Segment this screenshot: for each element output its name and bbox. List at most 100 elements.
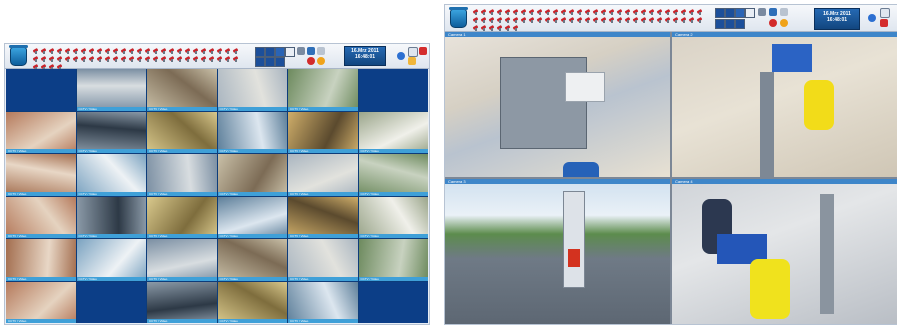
camera-icon[interactable] — [57, 55, 64, 62]
camera-icon[interactable] — [561, 16, 568, 23]
camera-icon[interactable] — [521, 8, 528, 15]
camera-icon[interactable] — [553, 8, 560, 15]
camera-icon[interactable] — [73, 47, 80, 54]
camera-thumbnail[interactable]: CCTV / Video — [217, 69, 287, 111]
camera-icon[interactable] — [513, 8, 520, 15]
camera-icon[interactable] — [497, 8, 504, 15]
camera-icon[interactable] — [473, 8, 480, 15]
camera-icon[interactable] — [497, 24, 504, 31]
camera-icon[interactable] — [41, 55, 48, 62]
camera-icon[interactable] — [609, 8, 616, 15]
camera-thumbnail[interactable]: CCTV / Video — [288, 239, 358, 281]
camera-icon[interactable] — [473, 16, 480, 23]
camera-icon[interactable] — [633, 16, 640, 23]
camera-icon[interactable] — [489, 16, 496, 23]
camera-icon[interactable] — [161, 47, 168, 54]
camera-icon[interactable] — [57, 47, 64, 54]
camera-icon[interactable] — [529, 8, 536, 15]
camera-icon[interactable] — [593, 8, 600, 15]
keyboard-icon[interactable] — [780, 8, 788, 16]
layout-grid-icon[interactable] — [255, 57, 265, 67]
layout-grid-icon[interactable] — [745, 8, 755, 18]
camera-icon[interactable] — [153, 47, 160, 54]
camera-thumbnail[interactable]: CCTV / Video — [147, 239, 217, 281]
camera-icon[interactable] — [593, 16, 600, 23]
layout-grid-icon[interactable] — [265, 47, 275, 57]
camera-thumbnail[interactable]: CCTV / Video — [6, 196, 76, 238]
camera-icon[interactable] — [633, 8, 640, 15]
camera-icon[interactable] — [689, 16, 696, 23]
camera-thumbnail[interactable]: CCTV / Video — [358, 196, 428, 238]
camera-thumbnail[interactable]: CCTV / Video — [76, 111, 146, 153]
camera-view-1[interactable]: Camera 1 — [445, 32, 670, 177]
camera-icon[interactable] — [161, 55, 168, 62]
camera-icon[interactable] — [505, 24, 512, 31]
layout-grid-icon[interactable] — [285, 47, 295, 57]
camera-thumbnail[interactable]: CCTV / Video — [76, 196, 146, 238]
camera-icon[interactable] — [481, 24, 488, 31]
camera-thumbnail[interactable]: CCTV / Video — [6, 154, 76, 196]
layout-grid-icon[interactable] — [735, 8, 745, 18]
camera-icon[interactable] — [689, 8, 696, 15]
camera-icon[interactable] — [513, 24, 520, 31]
camera-icon[interactable] — [617, 8, 624, 15]
camera-thumbnail[interactable]: CCTV / Video — [358, 154, 428, 196]
camera-icon[interactable] — [513, 16, 520, 23]
camera-thumbnail[interactable]: CCTV / Video — [288, 111, 358, 153]
camera-icon[interactable] — [65, 47, 72, 54]
camera-icon[interactable] — [505, 16, 512, 23]
camera-icon[interactable] — [601, 16, 608, 23]
camera-icon[interactable] — [657, 8, 664, 15]
camera-icon[interactable] — [177, 47, 184, 54]
camera-thumbnail[interactable]: CCTV / Video — [358, 239, 428, 281]
camera-thumbnail[interactable]: CCTV / Video — [358, 111, 428, 153]
camera-icon[interactable] — [641, 16, 648, 23]
camera-icon[interactable] — [177, 55, 184, 62]
camera-icon[interactable] — [89, 55, 96, 62]
camera-icon[interactable] — [49, 47, 56, 54]
recycle-bin-icon[interactable] — [449, 7, 468, 28]
camera-icon[interactable] — [649, 8, 656, 15]
minimize-icon[interactable] — [880, 8, 890, 18]
camera-icon[interactable] — [569, 8, 576, 15]
camera-icon[interactable] — [585, 16, 592, 23]
camera-thumbnail[interactable]: CCTV / Video — [288, 281, 358, 323]
camera-icon[interactable] — [209, 55, 216, 62]
camera-icon[interactable] — [569, 16, 576, 23]
camera-icon[interactable] — [225, 55, 232, 62]
camera-icon[interactable] — [121, 55, 128, 62]
camera-thumbnail[interactable]: CCTV / Video — [288, 69, 358, 111]
camera-icon[interactable] — [497, 16, 504, 23]
camera-icon[interactable] — [121, 47, 128, 54]
camera-icon[interactable] — [537, 16, 544, 23]
camera-thumbnail[interactable]: CCTV / Video — [217, 281, 287, 323]
camera-icon[interactable] — [681, 8, 688, 15]
layout-grid-icon[interactable] — [275, 47, 285, 57]
camera-icon[interactable] — [233, 47, 240, 54]
settings-icon[interactable] — [758, 8, 766, 16]
camera-thumbnail[interactable]: CCTV / Video — [6, 239, 76, 281]
camera-icon[interactable] — [617, 16, 624, 23]
camera-thumbnail[interactable]: CCTV / Video — [147, 281, 217, 323]
camera-icon[interactable] — [577, 16, 584, 23]
layout-grid-icon[interactable] — [275, 57, 285, 67]
camera-icon[interactable] — [169, 47, 176, 54]
camera-icon[interactable] — [49, 55, 56, 62]
camera-icon[interactable] — [193, 55, 200, 62]
camera-icon[interactable] — [665, 8, 672, 15]
camera-icon[interactable] — [113, 47, 120, 54]
camera-icon[interactable] — [697, 16, 704, 23]
camera-icon[interactable] — [41, 47, 48, 54]
camera-icon[interactable] — [113, 55, 120, 62]
camera-icon[interactable] — [529, 16, 536, 23]
camera-icon[interactable] — [193, 47, 200, 54]
camera-thumbnail[interactable]: CCTV / Video — [288, 154, 358, 196]
camera-icon[interactable] — [81, 47, 88, 54]
camera-icon[interactable] — [201, 55, 208, 62]
camera-thumbnail[interactable]: CCTV / Video — [217, 111, 287, 153]
layout-grid-icon[interactable] — [265, 57, 275, 67]
camera-icon[interactable] — [97, 47, 104, 54]
empty-camera-slot[interactable] — [76, 281, 146, 323]
camera-icon[interactable] — [145, 47, 152, 54]
minimize-icon[interactable] — [408, 47, 418, 57]
